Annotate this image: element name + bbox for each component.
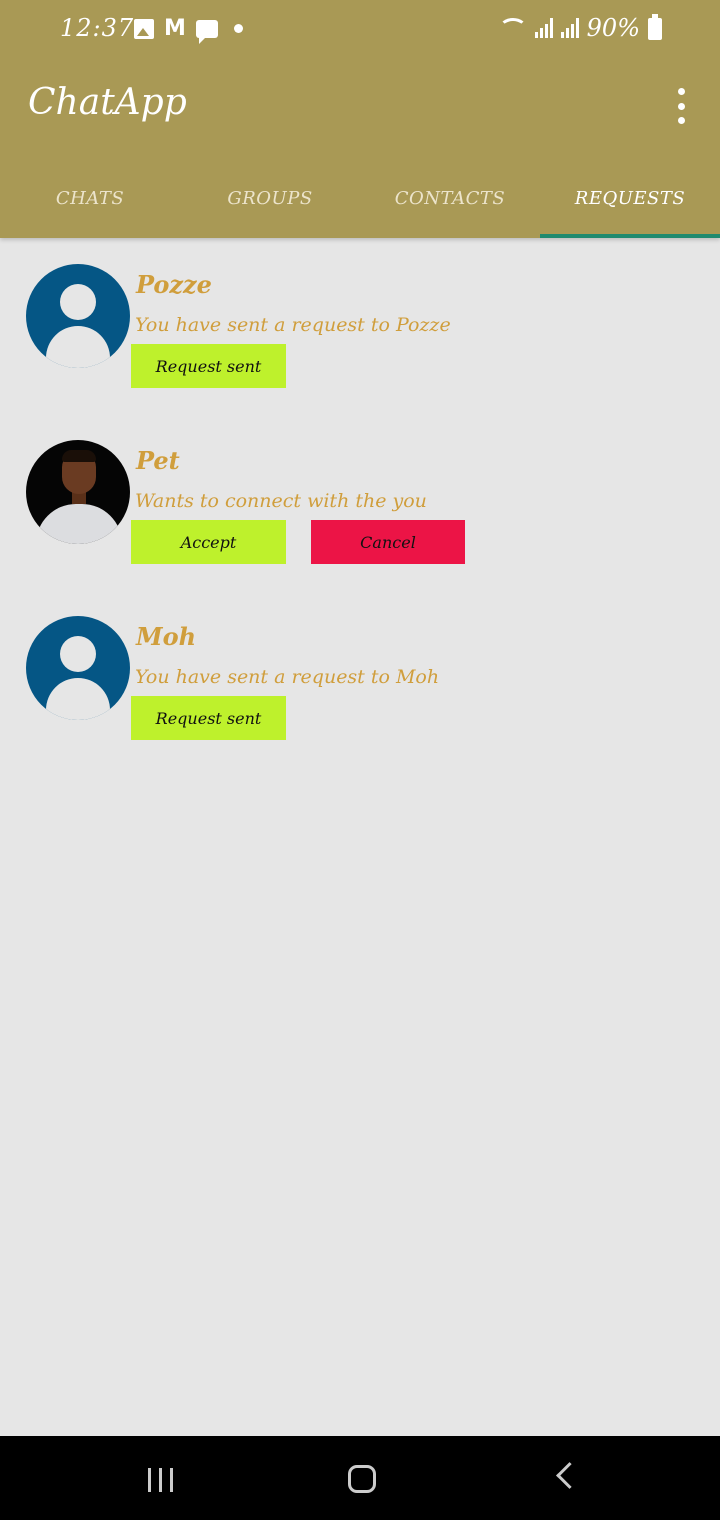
signal-icon-2 <box>560 18 579 38</box>
request-message: Wants to connect with the you <box>135 490 427 512</box>
more-notifications-dot-icon <box>233 24 243 33</box>
message-notification-icon <box>195 19 218 44</box>
tab-bar: CHATS GROUPS CONTACTS REQUESTS <box>0 166 720 238</box>
gmail-notification-icon: M <box>164 16 186 41</box>
tab-chats[interactable]: CHATS <box>0 166 180 238</box>
request-name: Pozze <box>136 270 212 299</box>
default-avatar-icon[interactable] <box>26 264 130 368</box>
recents-icon[interactable] <box>148 1468 173 1492</box>
back-icon[interactable] <box>556 1462 583 1489</box>
notification-icons: M <box>134 16 243 44</box>
request-sent-button[interactable]: Request sent <box>131 344 286 388</box>
status-time: 12:37 <box>60 14 135 42</box>
status-right: 90% <box>498 14 664 42</box>
battery-percent: 90% <box>586 14 640 42</box>
request-message: You have sent a request to Moh <box>135 666 440 688</box>
home-icon[interactable] <box>348 1465 376 1493</box>
battery-icon <box>648 14 662 40</box>
app-bar: 12:37 M 90% ChatApp CHATS GROUPS CONTACT… <box>0 0 720 238</box>
gallery-notification-icon <box>134 18 154 39</box>
wifi-icon <box>498 17 527 39</box>
request-name: Moh <box>136 622 197 651</box>
request-sent-button[interactable]: Request sent <box>131 696 286 740</box>
default-avatar-icon[interactable] <box>26 616 130 720</box>
request-message: You have sent a request to Pozze <box>135 314 451 336</box>
status-bar: 12:37 M 90% <box>0 0 720 58</box>
request-item: Pozze You have sent a request to Pozze R… <box>0 238 720 388</box>
cancel-button[interactable]: Cancel <box>311 520 465 564</box>
tab-contacts[interactable]: CONTACTS <box>360 166 540 238</box>
overflow-menu-icon[interactable] <box>666 88 696 124</box>
signal-icon <box>534 18 553 38</box>
app-title: ChatApp <box>28 82 187 123</box>
accept-button[interactable]: Accept <box>131 520 286 564</box>
request-name: Pet <box>136 446 180 475</box>
request-item: Moh You have sent a request to Moh Reque… <box>0 590 720 740</box>
system-nav-bar <box>0 1436 720 1520</box>
profile-photo-avatar[interactable] <box>26 440 130 544</box>
tab-requests[interactable]: REQUESTS <box>540 166 720 238</box>
request-item: Pet Wants to connect with the you Accept… <box>0 414 720 564</box>
tab-groups[interactable]: GROUPS <box>180 166 360 238</box>
